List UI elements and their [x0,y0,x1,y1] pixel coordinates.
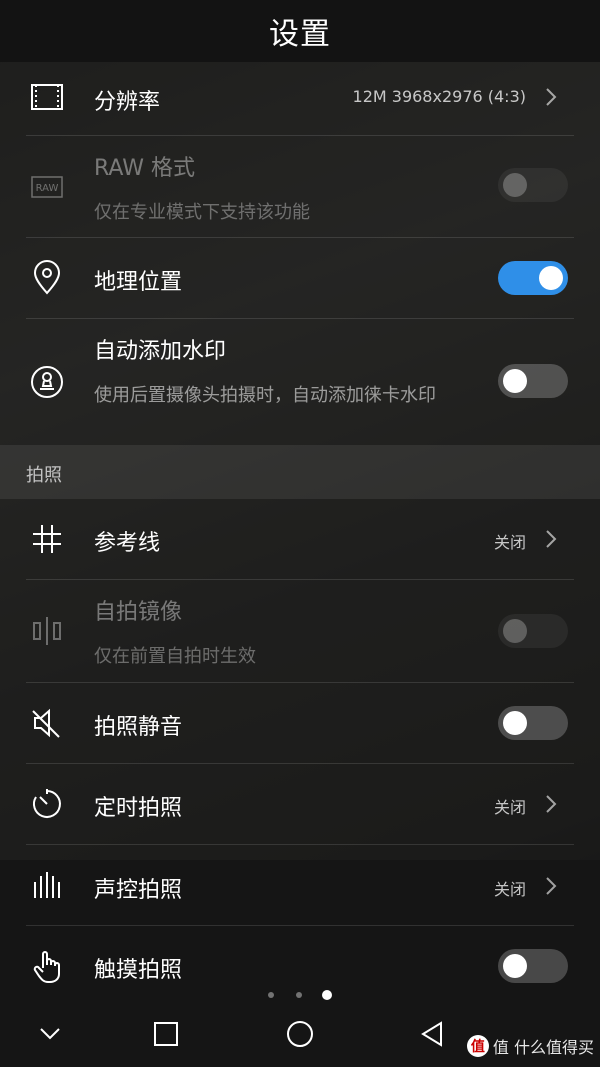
square-recents-icon[interactable] [146,1014,186,1054]
setting-resolution[interactable]: 分辨率 12M 3968x2976 (4:3) [0,62,600,136]
setting-description: 使用后置摄像头拍摄时，自动添加徕卡水印 [94,385,436,406]
setting-label: 触摸拍照 [94,958,183,983]
page-indicator [0,990,600,1002]
divider [26,844,574,845]
setting-value: 关闭 [493,533,526,552]
raw-toggle[interactable] [498,168,568,202]
location-toggle[interactable] [498,261,568,295]
toggle-knob [503,173,527,197]
setting-value: 关闭 [493,880,526,899]
section-header: 拍照 [0,445,600,499]
resolution-icon [26,76,68,118]
chevron-right-icon [546,530,557,548]
setting-label: 声控拍照 [94,878,183,903]
setting-label: RAW 格式 [94,156,195,181]
page-dot-active [322,990,332,1000]
setting-raw[interactable]: RAW RAW 格式 仅在专业模式下支持该功能 [0,136,600,238]
setting-description: 仅在前置自拍时生效 [94,646,256,667]
toggle-knob [503,954,527,978]
timer-icon [26,783,68,825]
setting-label: 定时拍照 [94,796,183,821]
watermark-logo-icon: 值 [466,1035,489,1057]
toggle-knob [539,266,563,290]
touch-toggle[interactable] [498,949,568,983]
circle-home-icon[interactable] [280,1014,320,1054]
chevron-right-icon [546,795,557,813]
section-title: 拍照 [26,465,62,486]
setting-label: 参考线 [94,531,161,556]
mirror-icon [26,610,68,652]
watermark-toggle[interactable] [498,364,568,398]
page-dot [268,992,274,998]
mute-toggle[interactable] [498,706,568,740]
setting-location[interactable]: 地理位置 [0,238,600,318]
setting-label: 自动添加水印 [94,339,227,364]
setting-watermark[interactable]: 自动添加水印 使用后置摄像头拍摄时，自动添加徕卡水印 [0,319,600,445]
setting-mirror[interactable]: 自拍镜像 仅在前置自拍时生效 [0,580,600,682]
voice-bars-icon [26,865,68,907]
toggle-knob [503,619,527,643]
watermark-text: 值 什么值得买 [492,1038,594,1057]
raw-icon: RAW [26,166,68,208]
stamp-icon [26,361,68,403]
toggle-knob [503,711,527,735]
triangle-back-icon[interactable] [412,1014,452,1054]
header: 设置 [0,0,600,62]
chevron-right-icon [546,877,557,895]
setting-description: 仅在专业模式下支持该功能 [94,202,310,223]
svg-text:RAW: RAW [36,183,59,194]
mute-speaker-icon [26,702,68,744]
setting-label: 分辨率 [94,90,161,115]
setting-timer[interactable]: 定时拍照 关闭 [0,764,600,844]
setting-label: 拍照静音 [94,715,183,740]
location-pin-icon [26,257,68,299]
setting-value: 12M 3968x2976 (4:3) [352,87,526,106]
setting-label: 自拍镜像 [94,600,183,625]
chevron-right-icon [546,88,557,106]
setting-voice[interactable]: 声控拍照 关闭 [0,846,600,926]
page-title: 设置 [269,17,331,52]
page-dot [296,992,302,998]
grid-icon [26,518,68,560]
site-watermark: 值 值 什么值得买 [466,1034,594,1058]
toggle-knob [503,369,527,393]
mirror-toggle[interactable] [498,614,568,648]
setting-grid[interactable]: 参考线 关闭 [0,499,600,579]
chevron-down-icon[interactable] [30,1014,70,1054]
setting-label: 地理位置 [94,270,183,295]
setting-mute[interactable]: 拍照静音 [0,683,600,763]
setting-value: 关闭 [493,798,526,817]
touch-hand-icon [26,945,68,987]
